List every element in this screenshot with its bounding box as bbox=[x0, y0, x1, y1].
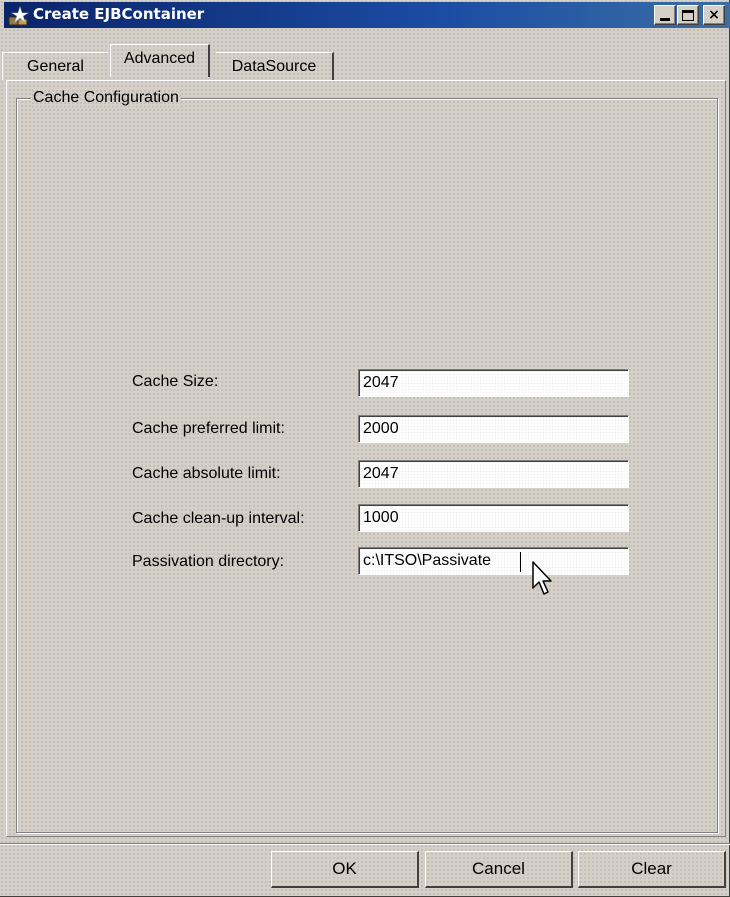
ok-button[interactable]: OK bbox=[271, 851, 419, 888]
ejb-container-app-icon bbox=[8, 6, 30, 26]
cancel-button-label: Cancel bbox=[472, 859, 525, 878]
cache-absolute-limit-input[interactable] bbox=[358, 460, 629, 488]
passivation-directory-input[interactable] bbox=[358, 547, 629, 575]
clear-button-label: Clear bbox=[631, 859, 672, 878]
cache-preferred-limit-input[interactable] bbox=[358, 415, 629, 443]
ok-button-label: OK bbox=[332, 859, 357, 878]
cache-absolute-limit-label: Cache absolute limit: bbox=[132, 465, 281, 482]
passivation-directory-label: Passivation directory: bbox=[132, 553, 285, 570]
tab-datasource[interactable]: DataSource bbox=[216, 52, 334, 80]
cache-cleanup-interval-input[interactable] bbox=[358, 504, 629, 532]
cancel-button[interactable]: Cancel bbox=[425, 851, 573, 888]
close-icon: × bbox=[708, 7, 720, 23]
close-button[interactable]: × bbox=[703, 5, 725, 25]
tab-advanced-label: Advanced bbox=[123, 50, 196, 67]
text-caret bbox=[520, 552, 521, 572]
maximize-button[interactable] bbox=[677, 5, 699, 25]
maximize-icon bbox=[682, 9, 694, 21]
button-bar-separator bbox=[0, 843, 730, 845]
create-ejbcontainer-dialog: Create EJBContainer × General Advanced D… bbox=[0, 0, 730, 897]
tab-general-label: General bbox=[27, 57, 84, 75]
cache-configuration-title: Cache Configuration bbox=[31, 89, 181, 107]
title-bar[interactable]: Create EJBContainer × bbox=[4, 2, 730, 28]
cache-cleanup-interval-label: Cache clean-up interval: bbox=[132, 510, 305, 527]
tab-datasource-label: DataSource bbox=[231, 57, 317, 75]
minimize-icon bbox=[660, 18, 670, 21]
cache-size-input[interactable] bbox=[358, 369, 629, 397]
window-title: Create EJBContainer bbox=[33, 5, 205, 23]
mouse-pointer-icon bbox=[532, 561, 552, 595]
tab-advanced[interactable]: Advanced bbox=[110, 44, 210, 77]
tab-general[interactable]: General bbox=[2, 52, 108, 80]
cache-preferred-limit-label: Cache preferred limit: bbox=[132, 420, 285, 437]
clear-button[interactable]: Clear bbox=[578, 851, 726, 888]
minimize-button[interactable] bbox=[654, 5, 676, 25]
cache-size-label: Cache Size: bbox=[132, 373, 219, 390]
